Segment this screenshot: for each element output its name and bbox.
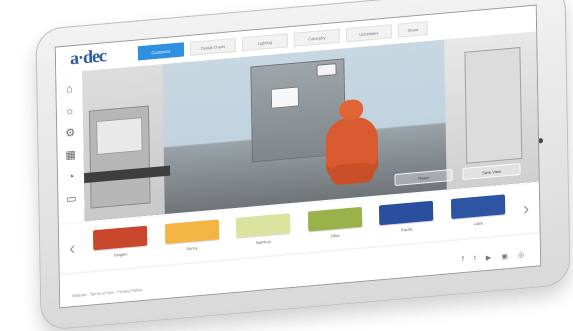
swatch-label: Tangelo	[113, 251, 128, 258]
app-screen: a·dec Customize Dental Chairs Lighting C…	[54, 4, 542, 309]
reset-button[interactable]: Reset	[394, 168, 453, 186]
color-chip	[307, 206, 363, 232]
light-icon[interactable]: ☼	[63, 104, 77, 119]
cabinet-icon[interactable]: ▦	[64, 148, 78, 163]
sink-icon[interactable]: ◔	[64, 170, 78, 185]
twitter-icon[interactable]: t	[474, 255, 476, 263]
swatch-item[interactable]: Olive	[304, 206, 367, 246]
color-chip	[450, 194, 506, 220]
swatch-label: Pacific	[400, 226, 413, 233]
tab-upholstery[interactable]: Upholstery	[345, 24, 393, 43]
instagram-icon[interactable]: ◎	[518, 251, 524, 260]
swatch-label: Sunny	[186, 245, 198, 252]
brand-logo: a·dec	[69, 45, 107, 69]
swatch-item[interactable]: Lapis	[447, 194, 510, 233]
swatch-label: Bamboo	[256, 238, 272, 246]
color-chip	[164, 219, 219, 245]
chevron-right-icon[interactable]: ›	[523, 198, 529, 219]
dental-chair[interactable]	[325, 115, 379, 178]
tablet-device: a·dec Customize Dental Chairs Lighting C…	[35, 0, 571, 331]
video-icon[interactable]: ▶	[486, 254, 492, 262]
color-chip	[92, 225, 148, 251]
tab-customize[interactable]: Customize	[137, 42, 185, 61]
tab-cabinetry[interactable]: Cabinetry	[293, 28, 341, 47]
tab-share[interactable]: Share	[397, 21, 429, 38]
swatch-item[interactable]: Pacific	[375, 200, 438, 239]
facebook-icon[interactable]: f	[462, 256, 464, 264]
footer-links[interactable]: Website · Terms of Use · Privacy Policy	[72, 287, 142, 298]
color-chip	[236, 213, 291, 238]
swatch-label: Olive	[330, 232, 340, 239]
swatch-item[interactable]: Bamboo	[232, 213, 295, 252]
chevron-left-icon[interactable]: ‹	[69, 238, 75, 259]
door	[464, 46, 523, 164]
swatch-label: Lapis	[473, 220, 484, 227]
tab-dental-chairs[interactable]: Dental Chairs	[189, 37, 237, 56]
delivery-icon[interactable]: ⚙	[63, 126, 77, 141]
swatch-item[interactable]: Sunny	[161, 219, 224, 258]
chair-icon[interactable]: ⌂	[62, 82, 76, 97]
monitor-icon[interactable]: ▭	[64, 192, 78, 207]
monitor	[270, 86, 300, 109]
swatch-item[interactable]: Tangelo	[89, 225, 152, 264]
color-chip	[379, 200, 434, 226]
dental-light	[316, 63, 337, 77]
social-links: f t ▶ ▣ ◎	[462, 251, 524, 264]
tab-lighting[interactable]: Lighting	[241, 33, 289, 52]
gallery-icon[interactable]: ▣	[501, 252, 508, 261]
left-toolbar: ⌂ ☼ ⚙ ▦ ◔ ▭	[56, 71, 86, 224]
cabinet	[88, 105, 151, 209]
